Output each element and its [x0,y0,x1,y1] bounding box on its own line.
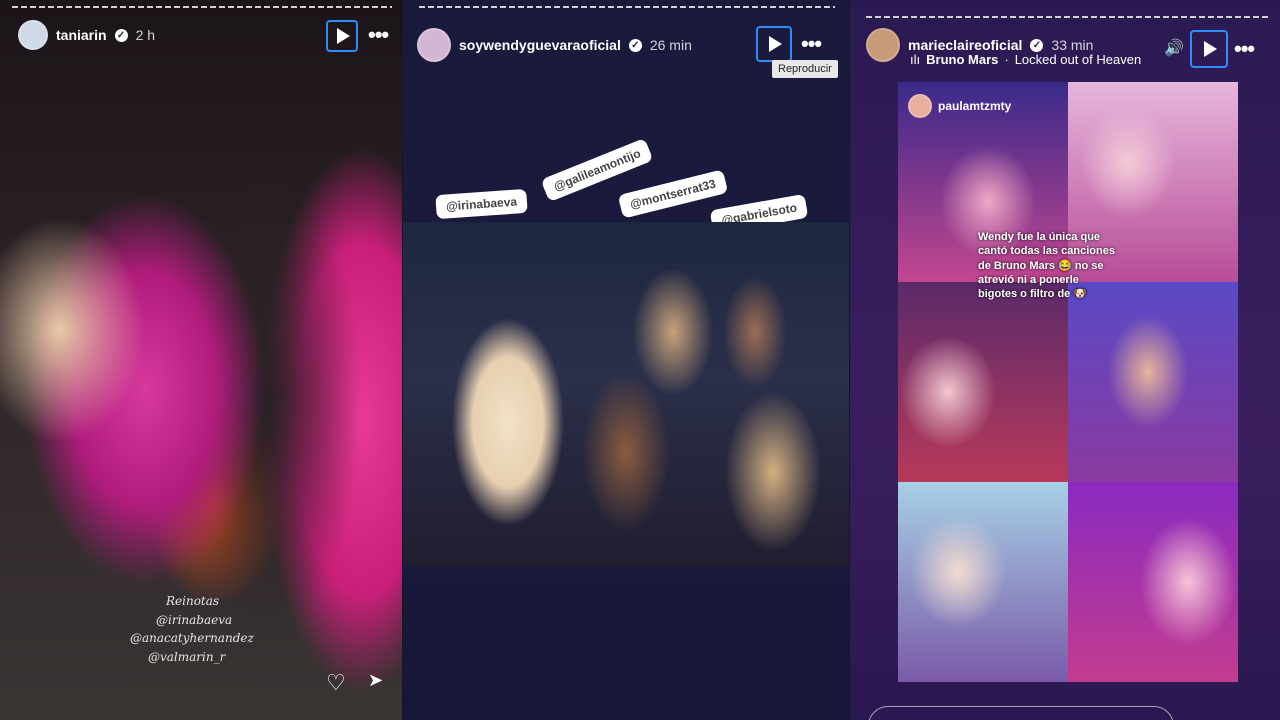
post-time: 2 h [135,27,156,43]
play-button[interactable] [326,20,358,52]
avatar[interactable] [18,20,48,50]
user-tag-sticker[interactable]: paulamtzmty [908,94,1011,118]
story-panel-taniarin[interactable]: taniarin ✓ 2 h ••• Reinotas @irinabaeva … [0,0,402,720]
like-heart-icon[interactable]: ♡ [326,670,346,696]
play-button[interactable] [1190,30,1228,68]
story-progress-bar [12,6,392,8]
more-options-icon[interactable]: ••• [801,31,822,57]
music-separator: · [1004,52,1009,67]
avatar[interactable] [417,28,451,62]
avatar[interactable] [866,28,900,62]
collage-photo [898,482,1068,682]
play-icon [337,28,350,44]
collage-photo [1068,282,1238,482]
play-tooltip: Reproducir [772,60,838,78]
music-wave-icon: ılı [910,52,921,67]
play-button[interactable] [756,26,792,62]
story-overlay-text: Reinotas @irinabaeva @anacatyhernandez @… [130,592,254,666]
music-info[interactable]: ılı Bruno Mars · Locked out of Heaven [910,52,1141,67]
overlay-mention[interactable]: @irinabaeva [130,611,254,630]
story-caption: Wendy fue la única que cantó todas las c… [978,231,1115,301]
play-icon [1204,41,1217,57]
play-icon [769,36,782,52]
post-time: 33 min [1051,37,1094,53]
verified-icon: ✓ [114,28,128,42]
username[interactable]: taniarin [56,27,107,43]
send-icon[interactable]: ➤ [368,670,383,691]
story-photo [403,222,849,566]
story-panel-marieclaireoficial[interactable]: marieclaireoficial ✓ 33 min 🔊 ••• paulam… [850,0,1280,720]
post-time: 26 min [649,37,692,53]
overlay-mention[interactable]: @anacatyhernandez [130,629,254,648]
verified-icon: ✓ [1030,38,1044,52]
username[interactable]: marieclaireoficial [908,37,1022,53]
more-options-icon[interactable]: ••• [1234,36,1255,62]
story-header: soywendyguevaraoficial ✓ 26 min [417,28,692,62]
story-progress-bar [419,6,835,8]
overlay-mention[interactable]: @valmarin_r [130,648,254,667]
tag-username[interactable]: paulamtzmty [938,99,1011,113]
overlay-line: Reinotas [166,594,220,608]
more-options-icon[interactable]: ••• [368,22,389,48]
verified-icon: ✓ [628,38,642,52]
reply-input[interactable] [868,706,1174,720]
collage-photo [1068,482,1238,682]
avatar [908,94,932,118]
story-header: taniarin ✓ 2 h [18,20,155,50]
collage-photo [898,282,1068,482]
username[interactable]: soywendyguevaraoficial [459,37,621,53]
mention-sticker[interactable]: @irinabaeva [435,188,528,220]
story-progress-bar [866,16,1268,18]
music-artist: Bruno Mars [926,52,999,67]
sound-icon[interactable]: 🔊 [1164,38,1184,58]
story-panel-soywendyguevaraoficial[interactable]: soywendyguevaraoficial ✓ 26 min ••• @iri… [403,0,849,720]
music-title: Locked out of Heaven [1014,52,1142,67]
